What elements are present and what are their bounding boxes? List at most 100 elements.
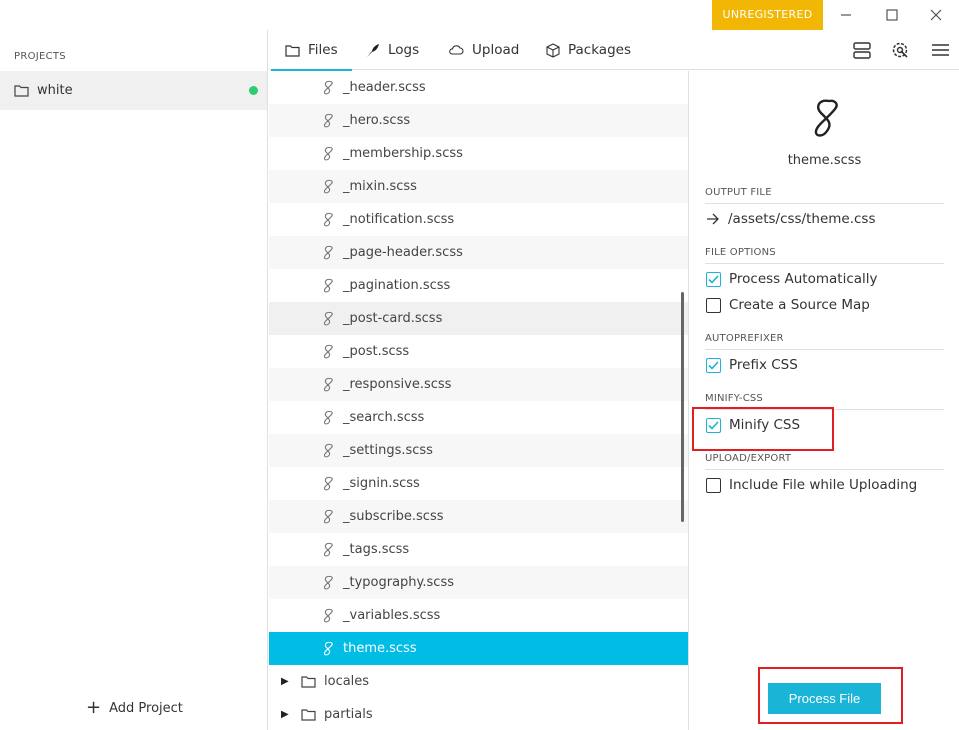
- divider: [705, 263, 944, 264]
- sass-file-icon: [321, 641, 337, 656]
- folder-icon: [14, 85, 29, 97]
- file-row[interactable]: _tags.scss: [269, 533, 688, 566]
- add-project-button[interactable]: + Add Project: [86, 699, 183, 717]
- file-name: _tags.scss: [343, 542, 410, 557]
- file-row[interactable]: _variables.scss: [269, 599, 688, 632]
- highlight-box-minify: [692, 407, 834, 451]
- close-button[interactable]: [913, 0, 959, 30]
- sass-file-icon: [321, 575, 337, 590]
- file-row[interactable]: theme.scss: [269, 632, 688, 665]
- sass-file-icon: [321, 212, 337, 227]
- sass-file-icon: [321, 443, 337, 458]
- file-row[interactable]: _hero.scss: [269, 104, 688, 137]
- file-name: _search.scss: [343, 410, 425, 425]
- checkbox-checked-icon[interactable]: [706, 357, 721, 373]
- checkbox-unchecked-icon[interactable]: [706, 297, 721, 313]
- file-name: _membership.scss: [343, 146, 463, 161]
- sass-file-icon: [321, 476, 337, 491]
- sass-file-icon: [321, 113, 337, 128]
- file-list-scrollbar[interactable]: [681, 292, 684, 522]
- checkbox-label: Process Automatically: [729, 271, 878, 287]
- process-automatically-checkbox[interactable]: Process Automatically: [706, 271, 878, 287]
- sass-file-icon: [321, 542, 337, 557]
- projects-sidebar: PROJECTS white + Add Project: [0, 30, 268, 730]
- file-row[interactable]: _responsive.scss: [269, 368, 688, 401]
- file-options-label: FILE OPTIONS: [705, 247, 776, 258]
- add-project-label: Add Project: [109, 700, 183, 716]
- menu-button[interactable]: [930, 40, 950, 60]
- file-options-panel: theme.scss OUTPUT FILE /assets/css/theme…: [690, 71, 959, 730]
- tab-packages[interactable]: Packages: [546, 30, 631, 70]
- output-path[interactable]: /assets/css/theme.css: [706, 211, 876, 227]
- tab-label: Packages: [568, 42, 631, 58]
- file-row[interactable]: _search.scss: [269, 401, 688, 434]
- folder-icon: [301, 676, 316, 688]
- checkbox-checked-icon[interactable]: [706, 271, 721, 287]
- sass-file-icon: [321, 509, 337, 524]
- checkbox-label: Include File while Uploading: [729, 477, 918, 493]
- tab-logs[interactable]: Logs: [365, 30, 419, 70]
- include-upload-checkbox[interactable]: Include File while Uploading: [706, 477, 917, 493]
- folder-name: locales: [324, 674, 370, 689]
- checkbox-label: Create a Source Map: [729, 297, 870, 313]
- tab-files[interactable]: Files: [271, 30, 352, 71]
- hamburger-menu-icon: [931, 44, 949, 56]
- file-row[interactable]: _page-header.scss: [269, 236, 688, 269]
- server-button[interactable]: [852, 40, 872, 60]
- file-name: _notification.scss: [343, 212, 455, 227]
- file-name: _mixin.scss: [343, 179, 417, 194]
- file-row[interactable]: _pagination.scss: [269, 269, 688, 302]
- package-icon: [546, 42, 560, 58]
- sass-file-icon: [321, 344, 337, 359]
- file-row[interactable]: _post.scss: [269, 335, 688, 368]
- sass-file-icon: [321, 80, 337, 95]
- tab-upload[interactable]: Upload: [448, 30, 519, 70]
- close-icon: [930, 9, 942, 21]
- file-row[interactable]: _notification.scss: [269, 203, 688, 236]
- file-name: _post-card.scss: [343, 311, 443, 326]
- plus-icon: +: [86, 697, 102, 718]
- folder-name: partials: [324, 707, 373, 722]
- checkbox-label: Prefix CSS: [729, 357, 798, 373]
- file-row[interactable]: _post-card.scss: [269, 302, 688, 335]
- sass-file-icon: [321, 608, 337, 623]
- feather-icon: [367, 43, 379, 57]
- file-row[interactable]: _membership.scss: [269, 137, 688, 170]
- prefix-css-checkbox[interactable]: Prefix CSS: [706, 357, 798, 373]
- minimize-icon: [841, 14, 851, 16]
- file-name: _typography.scss: [343, 575, 454, 590]
- file-row[interactable]: _signin.scss: [269, 467, 688, 500]
- settings-button[interactable]: [890, 40, 910, 60]
- maximize-button[interactable]: [869, 0, 915, 30]
- project-status-dot: [249, 86, 258, 95]
- source-map-checkbox[interactable]: Create a Source Map: [706, 297, 870, 313]
- sass-logo-icon: [814, 99, 838, 137]
- tab-label: Logs: [388, 42, 420, 58]
- server-icon: [853, 41, 871, 59]
- expand-arrow-icon[interactable]: ▶: [281, 709, 295, 720]
- expand-arrow-icon[interactable]: ▶: [281, 676, 295, 687]
- file-row[interactable]: _mixin.scss: [269, 170, 688, 203]
- file-row[interactable]: _subscribe.scss: [269, 500, 688, 533]
- checkbox-unchecked-icon[interactable]: [706, 477, 721, 493]
- folder-row-partials[interactable]: ▶ partials: [269, 698, 688, 730]
- file-row[interactable]: _header.scss: [269, 71, 688, 104]
- file-name: _header.scss: [343, 80, 426, 95]
- file-list: _header.scss _hero.scss _membership.scss _m…: [269, 71, 689, 730]
- file-row[interactable]: _settings.scss: [269, 434, 688, 467]
- file-name: theme.scss: [343, 641, 417, 656]
- file-name: _hero.scss: [343, 113, 411, 128]
- cloud-icon: [449, 45, 464, 55]
- project-item-white[interactable]: white: [0, 71, 267, 110]
- arrow-right-icon: [707, 213, 719, 225]
- minify-css-label: MINIFY-CSS: [705, 393, 763, 404]
- sass-file-icon: [321, 410, 337, 425]
- file-name: _responsive.scss: [343, 377, 452, 392]
- title-bar: UNREGISTERED: [0, 0, 959, 30]
- unregistered-badge[interactable]: UNREGISTERED: [712, 0, 823, 30]
- upload-export-label: UPLOAD/EXPORT: [705, 453, 792, 464]
- folder-row-locales[interactable]: ▶ locales: [269, 665, 688, 698]
- sass-file-icon: [321, 311, 337, 326]
- file-row[interactable]: _typography.scss: [269, 566, 688, 599]
- minimize-button[interactable]: [823, 0, 869, 30]
